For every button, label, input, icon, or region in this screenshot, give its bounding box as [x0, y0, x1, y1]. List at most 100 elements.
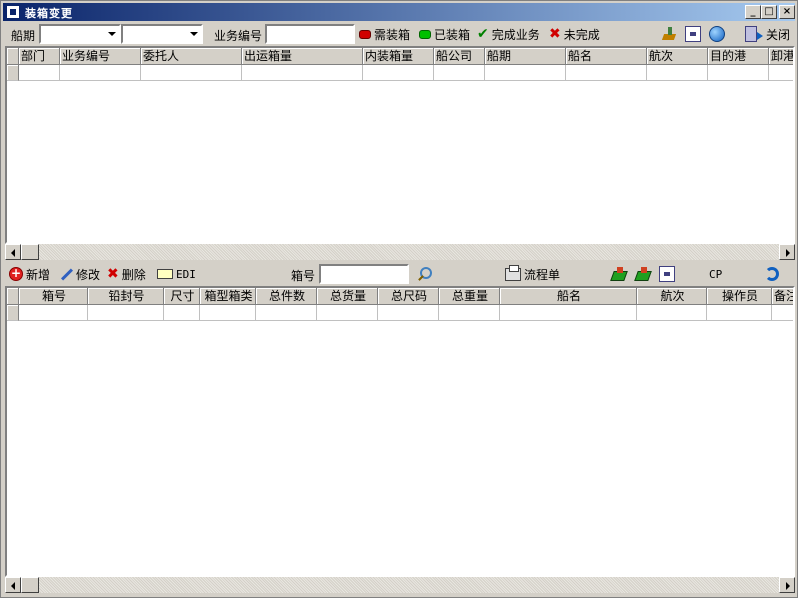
ship-period-label: 船期	[11, 29, 36, 43]
pencil-icon	[59, 267, 73, 281]
table-row[interactable]	[7, 305, 793, 321]
col-header[interactable]: 航次	[647, 48, 708, 65]
col-header[interactable]: 船期	[485, 48, 566, 65]
col-header[interactable]: 总件数	[256, 288, 317, 305]
col-header[interactable]: 航次	[637, 288, 707, 305]
col-header[interactable]: 船公司	[434, 48, 485, 65]
refresh-icon	[765, 267, 779, 281]
refresh-button[interactable]	[765, 266, 782, 282]
printer-icon	[505, 264, 521, 281]
title-bar: 装箱变更 _ □ ×	[3, 3, 795, 21]
import-button[interactable]	[611, 266, 630, 282]
scroll-left-button[interactable]	[5, 577, 21, 593]
complete-label: 完成业务	[491, 27, 540, 42]
scroll-right-button[interactable]	[779, 244, 795, 260]
edi-icon	[157, 269, 173, 279]
complete-business-button[interactable]: ✔ 完成业务	[477, 26, 540, 42]
globe-icon	[709, 26, 725, 42]
col-header[interactable]: 内装箱量	[363, 48, 434, 65]
search-button[interactable]	[417, 266, 434, 282]
cp-button[interactable]: CP	[709, 266, 722, 282]
need-pack-label: 需装箱	[374, 27, 411, 42]
scroll-thumb[interactable]	[21, 577, 39, 593]
ship-period-end-combo[interactable]	[121, 24, 203, 44]
row-indicator-header	[7, 48, 19, 65]
col-header[interactable]: 铅封号	[88, 288, 164, 305]
incomplete-button[interactable]: ✖ 未完成	[549, 26, 600, 42]
scroll-right-button[interactable]	[779, 577, 795, 593]
window-title: 装箱变更	[25, 7, 73, 20]
col-header[interactable]: 目的港	[708, 48, 769, 65]
app-icon	[6, 5, 20, 19]
web-button[interactable]	[709, 26, 728, 42]
col-header[interactable]: 总尺码	[378, 288, 439, 305]
business-grid-hscrollbar[interactable]	[5, 244, 795, 260]
col-header[interactable]: 部门	[19, 48, 60, 65]
columns-button-2[interactable]	[659, 266, 678, 282]
red-status-icon	[359, 29, 371, 39]
container-grid-header: 箱号 铅封号 尺寸 箱型箱类 总件数 总货量 总尺码 总重量 船名 航次 操作员…	[7, 288, 793, 305]
business-grid-header: 部门 业务编号 委托人 出运箱量 内装箱量 船公司 船期 船名 航次 目的港 卸…	[7, 48, 793, 65]
box-no-input[interactable]	[319, 264, 409, 284]
col-header[interactable]: 业务编号	[60, 48, 141, 65]
packed-button[interactable]: 已装箱	[419, 26, 470, 42]
col-header[interactable]: 船名	[566, 48, 647, 65]
search-icon	[417, 267, 432, 281]
chevron-down-icon	[108, 32, 116, 36]
business-no-input[interactable]	[265, 24, 355, 44]
col-header[interactable]: 操作员	[707, 288, 772, 305]
edi-label: EDI	[176, 267, 196, 281]
col-header[interactable]: 备注	[772, 288, 793, 305]
row-indicator[interactable]	[7, 65, 19, 81]
table-row[interactable]	[7, 65, 793, 81]
maximize-button[interactable]: □	[761, 5, 777, 19]
minimize-button[interactable]: _	[745, 5, 761, 19]
ship-period-start-combo[interactable]	[39, 24, 121, 44]
col-header[interactable]: 尺寸	[164, 288, 200, 305]
delete-label: 删除	[121, 267, 146, 282]
col-header[interactable]: 委托人	[141, 48, 242, 65]
col-header[interactable]: 出运箱量	[242, 48, 363, 65]
business-grid[interactable]: 部门 业务编号 委托人 出运箱量 内装箱量 船公司 船期 船名 航次 目的港 卸…	[5, 46, 795, 244]
edi-button[interactable]: EDI	[157, 266, 196, 282]
container-grid[interactable]: 箱号 铅封号 尺寸 箱型箱类 总件数 总货量 总尺码 总重量 船名 航次 操作员…	[5, 286, 795, 577]
add-label: 新增	[26, 267, 51, 282]
export-icon	[635, 267, 651, 281]
edit-button[interactable]: 修改	[59, 266, 100, 282]
import-icon	[611, 267, 627, 281]
close-button[interactable]: 关闭	[745, 26, 790, 42]
box-no-label: 箱号	[291, 269, 316, 283]
clear-button[interactable]	[661, 26, 680, 42]
scroll-thumb[interactable]	[21, 244, 39, 260]
grid-settings-icon	[685, 26, 701, 42]
container-grid-hscrollbar[interactable]	[5, 577, 795, 593]
incomplete-label: 未完成	[563, 27, 600, 42]
col-header[interactable]: 总货量	[317, 288, 378, 305]
container-toolbar: + 新增 修改 ✖ 删除 EDI 箱号 流程单 CP	[3, 263, 795, 285]
col-header[interactable]: 卸港	[769, 48, 793, 65]
col-header[interactable]: 船名	[500, 288, 637, 305]
cp-label: CP	[709, 267, 723, 281]
col-header[interactable]: 箱型箱类	[200, 288, 256, 305]
cross-icon: ✖	[549, 26, 561, 42]
main-window: 装箱变更 _ □ × 船期 业务编号 需装箱 已装箱 ✔ 完成业务 ✖ 未完成 关闭	[0, 0, 798, 598]
row-indicator-header	[7, 288, 19, 305]
exit-door-icon	[745, 26, 763, 42]
brush-icon	[661, 26, 677, 42]
need-pack-button[interactable]: 需装箱	[359, 26, 410, 42]
delete-button[interactable]: ✖ 删除	[107, 266, 146, 282]
flow-sheet-button[interactable]: 流程单	[505, 264, 561, 282]
flow-sheet-label: 流程单	[524, 267, 561, 282]
add-icon: +	[9, 266, 23, 281]
check-icon: ✔	[477, 26, 489, 42]
scroll-left-button[interactable]	[5, 244, 21, 260]
close-window-button[interactable]: ×	[779, 5, 795, 19]
export-button[interactable]	[635, 266, 654, 282]
grid-settings-icon	[659, 266, 675, 282]
col-header[interactable]: 箱号	[19, 288, 88, 305]
col-header[interactable]: 总重量	[439, 288, 500, 305]
columns-button[interactable]	[685, 26, 704, 42]
close-label: 关闭	[766, 27, 791, 42]
add-button[interactable]: + 新增	[9, 266, 50, 282]
row-indicator[interactable]	[7, 305, 19, 321]
